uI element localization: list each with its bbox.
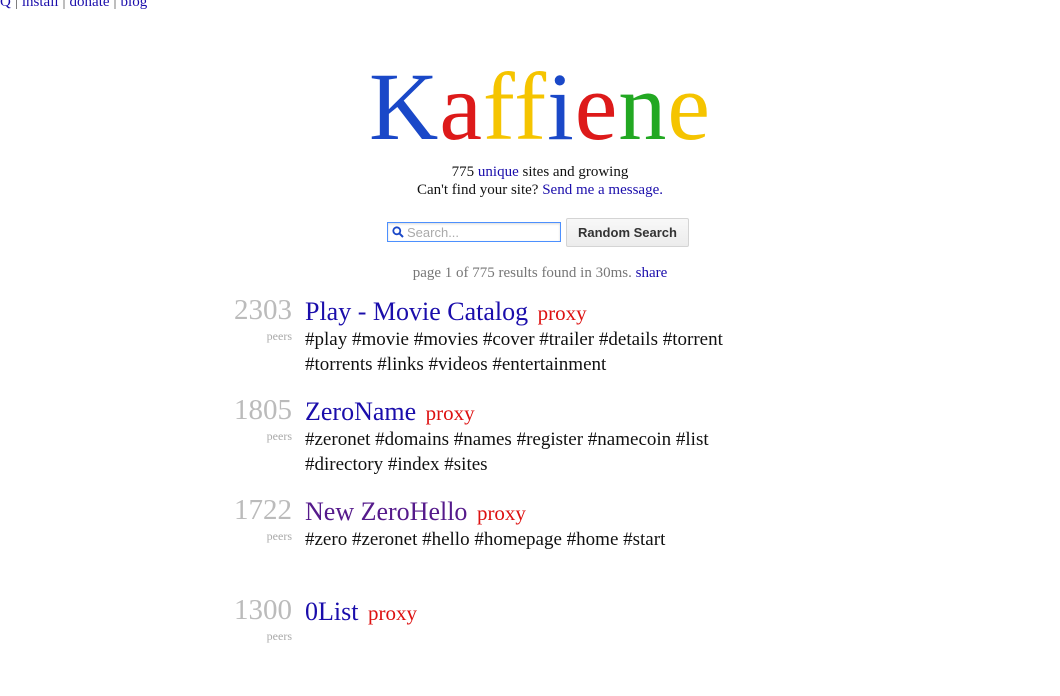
search-box[interactable]: [387, 222, 561, 242]
logo-letter: K: [368, 53, 440, 160]
logo-letter: e: [574, 53, 619, 160]
random-search-button[interactable]: Random Search: [566, 217, 689, 247]
proxy-link[interactable]: proxy: [477, 501, 526, 525]
logo-letter: f: [514, 53, 548, 160]
top-nav: Q | install | donate | blog: [0, 0, 147, 11]
peers-count: 1722: [234, 494, 292, 526]
results-list: 2303 peers Play - Movie Catalog proxy #play…: [0, 294, 1060, 696]
result-title-row: 0List proxy: [305, 596, 417, 629]
result-tags: #zeronet #domains #names #register #name…: [305, 429, 709, 475]
result-title-link[interactable]: New ZeroHello: [305, 497, 467, 526]
result-info: page 1 of 775 results found in 30ms. sha…: [0, 265, 1060, 282]
peers-label: peers: [266, 329, 292, 343]
logo-letter: a: [439, 53, 483, 160]
nav-link-faq[interactable]: Q: [0, 0, 11, 10]
peers-label: peers: [266, 529, 292, 543]
search-icon: [392, 226, 404, 238]
result-title-link[interactable]: 0List: [305, 597, 358, 626]
nav-link-install[interactable]: install: [22, 0, 59, 10]
cant-find-text: Can't find your site?: [417, 182, 539, 198]
proxy-link[interactable]: proxy: [538, 301, 587, 325]
result-item: 1722 peers New ZeroHello proxy #zero #zeron…: [0, 494, 1060, 596]
nav-separator: |: [113, 0, 117, 10]
site-stats: 775 unique sites and growing Can't find …: [0, 163, 1060, 199]
send-message-link[interactable]: Send me a message.: [542, 182, 663, 198]
peers-label: peers: [266, 429, 292, 443]
search-input[interactable]: [407, 224, 557, 240]
peers-count: 1300: [234, 594, 292, 626]
share-link[interactable]: share: [636, 265, 668, 281]
result-title-row: ZeroName proxy: [305, 396, 475, 429]
search-row: Random Search: [387, 217, 689, 247]
nav-link-blog[interactable]: blog: [121, 0, 148, 10]
stats-line: 775 unique sites and growing: [0, 163, 1060, 181]
logo-letter: n: [618, 53, 668, 160]
unique-link[interactable]: unique: [478, 164, 519, 180]
nav-link-donate[interactable]: donate: [70, 0, 110, 10]
result-title-row: New ZeroHello proxy: [305, 496, 526, 529]
contact-line: Can't find your site? Send me a message.: [0, 181, 1060, 199]
logo-letter: e: [667, 53, 712, 160]
proxy-link[interactable]: proxy: [368, 601, 417, 625]
nav-separator: |: [14, 0, 18, 10]
result-summary: page 1 of 775 results found in 30ms.: [412, 265, 632, 281]
result-title-link[interactable]: ZeroName: [305, 397, 416, 426]
result-item: 1300 peers 0List proxy: [0, 594, 1060, 696]
proxy-link[interactable]: proxy: [426, 401, 475, 425]
result-item: 2303 peers Play - Movie Catalog proxy #play…: [0, 294, 1060, 396]
kaffiene-logo: Kaffiene: [0, 52, 1060, 162]
site-count: 775: [451, 164, 475, 180]
result-tags: #play #movie #movies #cover #trailer #de…: [305, 329, 723, 375]
logo-letter: f: [482, 53, 515, 160]
result-tags: #zero #zeronet #hello #homepage #home #s…: [305, 529, 666, 550]
peers-count: 2303: [234, 294, 292, 326]
growing-text: sites and growing: [522, 164, 629, 180]
peers-count: 1805: [234, 394, 292, 426]
result-title-row: Play - Movie Catalog proxy: [305, 296, 587, 329]
result-title-link[interactable]: Play - Movie Catalog: [305, 297, 528, 326]
nav-separator: |: [62, 0, 66, 10]
peers-label: peers: [266, 629, 292, 643]
result-item: 1805 peers ZeroName proxy #zeronet #domains…: [0, 394, 1060, 496]
logo-letter: i: [547, 53, 575, 160]
